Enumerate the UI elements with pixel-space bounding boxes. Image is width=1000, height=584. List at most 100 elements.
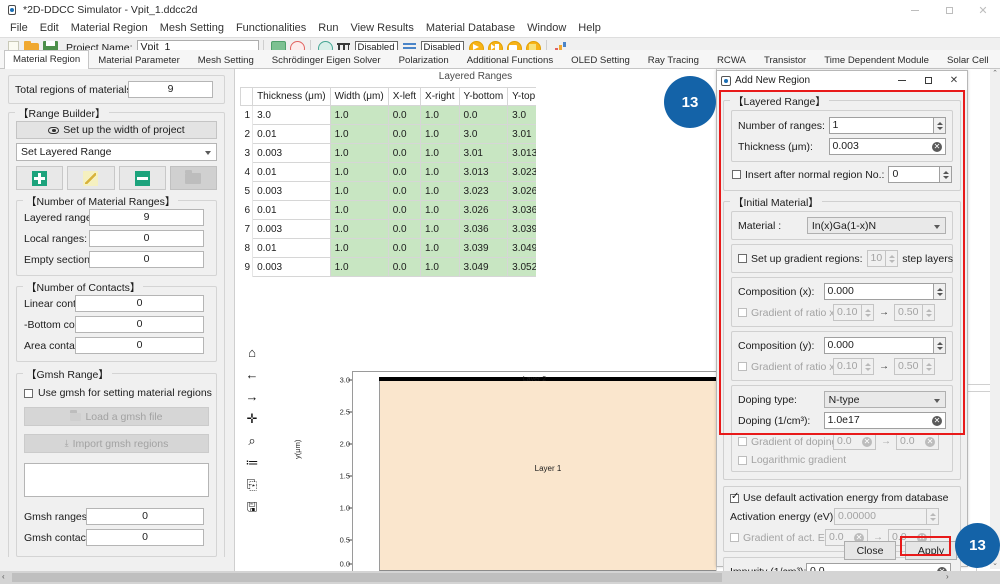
cell-ybottom[interactable]: 3.01 [458,143,509,163]
doping-type-select[interactable]: N-type [823,391,946,408]
tab-mesh-setting[interactable]: Mesh Setting [189,51,263,69]
number-of-ranges-stepper[interactable] [934,117,946,134]
log-gradient-checkbox[interactable] [738,455,747,465]
clear-icon[interactable]: ✕ [862,436,872,447]
gradient-doping-checkbox[interactable] [738,437,747,446]
horizontal-scrollbar[interactable]: ‹ › [0,571,1000,584]
area-contacts-value[interactable]: 0 [75,337,204,354]
cell-width[interactable]: 1.0 [329,105,389,125]
cell-xleft[interactable]: 0.0 [387,124,422,144]
cell-ybottom[interactable]: 0.0 [458,105,509,125]
cell-xleft[interactable]: 0.0 [387,143,422,163]
cell-xright[interactable]: 1.0 [420,181,460,201]
apply-button[interactable]: Apply [905,541,957,560]
use-gmsh-row[interactable]: Use gmsh for setting material regions [24,387,212,399]
cell-width[interactable]: 1.0 [329,219,389,239]
gradient-ratio-y-from-stepper[interactable] [862,358,874,375]
insert-after-input[interactable]: 0 [888,166,941,183]
cell-ytop[interactable]: 3.013 [507,143,536,163]
clear-icon[interactable]: ✕ [925,436,935,447]
cell-width[interactable]: 1.0 [329,143,389,163]
thickness-input[interactable]: 0.003 ✕ [828,138,946,155]
cell-thickness[interactable]: 0.01 [252,238,331,258]
range-mode-select[interactable]: Set Layered Range [16,143,217,161]
menu-run[interactable]: Run [312,20,344,37]
cell-thickness[interactable]: 0.003 [252,181,331,201]
tab-schrodinger-eigen-solver[interactable]: Schrödinger Eigen Solver [263,51,390,69]
table-row[interactable]: 3 0.003 1.0 0.0 1.0 3.01 3.013 [240,143,536,163]
total-regions-value[interactable]: 9 [128,81,213,98]
cell-thickness[interactable]: 0.003 [252,257,331,277]
gradient-regions-stepper[interactable] [886,250,899,267]
cell-xright[interactable]: 1.0 [420,105,460,125]
menu-mesh-setting[interactable]: Mesh Setting [154,20,230,37]
cell-width[interactable]: 1.0 [329,124,389,144]
gmsh-file-textarea[interactable] [24,463,209,497]
gradient-regions-checkbox[interactable] [738,254,747,263]
cell-xleft[interactable]: 0.0 [387,105,422,125]
cell-xright[interactable]: 1.0 [420,143,460,163]
cell-thickness[interactable]: 0.01 [252,200,331,220]
cell-thickness[interactable]: 0.003 [252,219,331,239]
layered-ranges-value[interactable]: 9 [89,209,204,226]
setup-width-button[interactable]: Set up the width of project [16,121,217,139]
col-ytop[interactable]: Y-top [507,87,536,106]
cell-ybottom[interactable]: 3.023 [458,181,509,201]
zoom-icon[interactable]: ⌕ [248,434,255,447]
edit-range-button[interactable] [67,166,115,190]
col-width[interactable]: Width (μm) [329,87,389,106]
cell-width[interactable]: 1.0 [329,257,389,277]
composition-y-stepper[interactable] [934,337,946,354]
cell-ytop[interactable]: 3.036 [507,200,536,220]
insert-after-checkbox[interactable] [732,170,741,179]
folder-range-button[interactable] [169,166,217,190]
import-gmsh-regions-button[interactable]: ⤓ Import gmsh regions [24,434,209,453]
cell-xright[interactable]: 1.0 [420,162,460,182]
tab-oled-setting[interactable]: OLED Setting [562,51,639,69]
gradient-ratio-y-to[interactable]: 0.50 [894,358,923,375]
insert-after-stepper[interactable] [940,166,953,183]
col-xright[interactable]: X-right [420,87,460,106]
cell-ytop[interactable]: 3.049 [507,238,536,258]
cell-thickness[interactable]: 3.0 [252,105,331,125]
cell-xleft[interactable]: 0.0 [387,200,422,220]
tab-transistor[interactable]: Transistor [755,51,815,69]
menu-material-region[interactable]: Material Region [65,20,154,37]
gradient-ratio-x-to-stepper[interactable] [923,304,935,321]
forward-arrow-icon[interactable]: → [246,390,259,403]
cell-width[interactable]: 1.0 [329,162,389,182]
scroll-right-arrow[interactable]: › [946,572,949,581]
tab-additional-functions[interactable]: Additional Functions [458,51,562,69]
cell-thickness[interactable]: 0.003 [252,143,331,163]
composition-y-input[interactable]: 0.000 [823,337,934,354]
gradient-ratio-x-from[interactable]: 0.10 [833,304,862,321]
load-gmsh-file-button[interactable]: Load a gmsh file [24,407,209,426]
remove-range-button[interactable] [118,166,166,190]
cell-ybottom[interactable]: 3.0 [458,124,509,144]
home-icon[interactable]: ⌂ [248,346,256,359]
menu-material-database[interactable]: Material Database [420,20,521,37]
tab-time-dependent-module[interactable]: Time Dependent Module [815,51,938,69]
cell-xleft[interactable]: 0.0 [387,257,422,277]
cell-thickness[interactable]: 0.01 [252,124,331,144]
cell-xright[interactable]: 1.0 [420,238,460,258]
cell-xleft[interactable]: 0.0 [387,238,422,258]
close-button[interactable]: Close [844,541,896,560]
table-row[interactable]: 6 0.01 1.0 0.0 1.0 3.026 3.036 [240,200,536,220]
cell-width[interactable]: 1.0 [329,200,389,220]
configure-subplots-icon[interactable]: ≔ [246,456,259,469]
tab-ray-tracing[interactable]: Ray Tracing [639,51,708,69]
linear-contact-value[interactable]: 0 [75,295,204,312]
gradient-regions-input[interactable]: 10 [866,250,887,267]
cell-xright[interactable]: 1.0 [420,257,460,277]
cell-ybottom[interactable]: 3.026 [458,200,509,220]
gradient-ratio-y-checkbox[interactable] [738,362,747,371]
composition-x-stepper[interactable] [934,283,946,300]
bottom-contact-value[interactable]: 0 [75,316,204,333]
table-row[interactable]: 8 0.01 1.0 0.0 1.0 3.039 3.049 [240,238,536,258]
menu-edit[interactable]: Edit [34,20,65,37]
cell-xright[interactable]: 1.0 [420,219,460,239]
dialog-maximize-button[interactable] [915,71,941,90]
cell-ybottom[interactable]: 3.036 [458,219,509,239]
cell-width[interactable]: 1.0 [329,238,389,258]
